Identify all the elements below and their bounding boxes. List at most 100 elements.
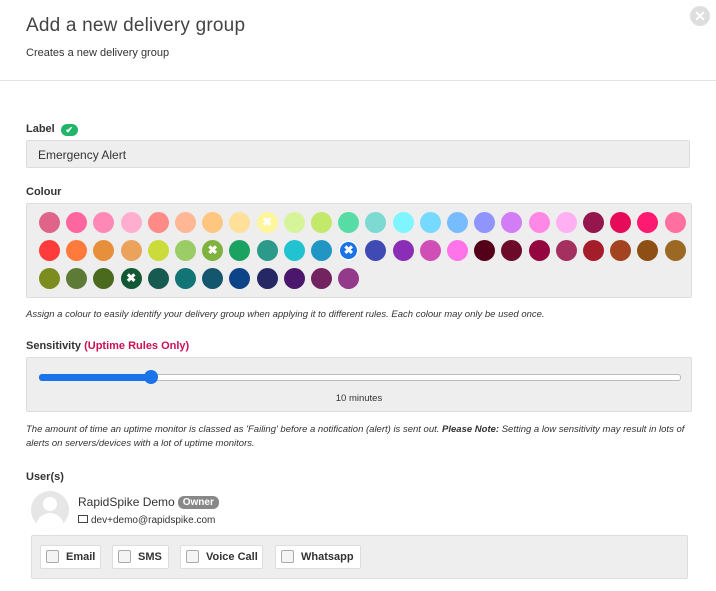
colour-swatch[interactable]: ✖ <box>338 240 360 261</box>
label-field-label: Label ✔ <box>26 123 78 136</box>
sensitivity-slider-panel: 10 minutes <box>26 357 692 412</box>
user-name: RapidSpike Demo <box>78 495 175 509</box>
colour-swatch[interactable] <box>555 240 577 261</box>
voice-call-checkbox[interactable] <box>186 550 199 563</box>
notification-channels: Email SMS Voice Call Whatsapp <box>31 535 688 579</box>
colour-swatch[interactable] <box>66 268 88 289</box>
channel-voice-call-label: Voice Call <box>206 551 258 563</box>
colour-swatch[interactable] <box>93 212 115 233</box>
colour-swatch[interactable] <box>474 212 496 233</box>
user-avatar-icon <box>31 491 69 529</box>
colour-swatch[interactable] <box>555 212 577 233</box>
colour-swatch[interactable] <box>93 240 115 261</box>
colour-swatch[interactable] <box>120 212 142 233</box>
colour-swatch[interactable] <box>664 212 686 233</box>
colour-swatch[interactable] <box>229 240 251 261</box>
slider-fill <box>39 374 151 381</box>
email-checkbox[interactable] <box>46 550 59 563</box>
colour-swatch[interactable] <box>528 240 550 261</box>
sensitivity-heading: Sensitivity <box>26 340 82 352</box>
checkmark-icon: ✔ <box>60 124 78 136</box>
channel-whatsapp-label: Whatsapp <box>301 551 354 563</box>
slider-thumb[interactable] <box>144 370 158 384</box>
label-input[interactable]: Emergency Alert <box>26 140 690 168</box>
users-label: User(s) <box>26 471 64 483</box>
channel-sms[interactable]: SMS <box>112 545 169 569</box>
colour-swatch[interactable] <box>39 212 60 233</box>
colour-swatch[interactable] <box>419 212 441 233</box>
colour-swatch[interactable] <box>311 240 332 261</box>
colour-help-text: Assign a colour to easily identify your … <box>26 309 545 320</box>
colour-swatch[interactable] <box>474 240 496 261</box>
channel-whatsapp[interactable]: Whatsapp <box>275 545 361 569</box>
colour-swatch[interactable] <box>501 240 523 261</box>
colour-swatch[interactable] <box>365 240 387 261</box>
close-icon[interactable]: ✕ <box>690 6 710 26</box>
used-x-icon: ✖ <box>207 243 218 257</box>
user-email: dev+demo@rapidspike.com <box>91 515 216 526</box>
colour-swatch[interactable] <box>311 212 332 233</box>
channel-sms-label: SMS <box>138 551 162 563</box>
colour-swatch[interactable] <box>447 240 468 261</box>
colour-swatch[interactable] <box>147 240 169 261</box>
sms-checkbox[interactable] <box>118 550 131 563</box>
whatsapp-checkbox[interactable] <box>281 550 294 563</box>
colour-swatch[interactable] <box>447 212 468 233</box>
sensitivity-help-text: The amount of time an uptime monitor is … <box>26 423 696 451</box>
colour-swatch[interactable] <box>175 268 196 289</box>
colour-swatch[interactable] <box>66 212 88 233</box>
colour-swatch[interactable] <box>365 212 387 233</box>
colour-swatch[interactable] <box>283 212 305 233</box>
owner-badge: Owner <box>177 496 219 509</box>
colour-swatch[interactable] <box>39 240 60 261</box>
colour-swatch[interactable]: ✖ <box>202 240 224 261</box>
colour-swatch[interactable] <box>256 268 278 289</box>
colour-label: Colour <box>26 186 62 198</box>
modal-title: Add a new delivery group <box>26 15 246 36</box>
colour-swatch[interactable] <box>583 240 604 261</box>
colour-swatch[interactable] <box>583 212 604 233</box>
colour-swatch[interactable] <box>637 212 659 233</box>
sensitivity-help-prefix: The amount of time an uptime monitor is … <box>26 424 440 435</box>
colour-swatch[interactable] <box>338 268 360 289</box>
colour-swatch[interactable] <box>66 240 88 261</box>
colour-swatch[interactable] <box>256 240 278 261</box>
colour-swatch[interactable] <box>202 268 224 289</box>
colour-picker: ✖ ✖ ✖ ✖ <box>26 203 692 298</box>
colour-swatch[interactable] <box>501 212 523 233</box>
colour-swatch[interactable] <box>39 268 60 289</box>
colour-swatch[interactable] <box>93 268 115 289</box>
channel-email[interactable]: Email <box>40 545 101 569</box>
colour-swatch[interactable] <box>528 212 550 233</box>
colour-swatch[interactable] <box>610 212 632 233</box>
used-x-icon: ✖ <box>262 215 273 229</box>
sensitivity-qualifier: (Uptime Rules Only) <box>84 340 190 352</box>
colour-swatch[interactable] <box>338 212 360 233</box>
colour-swatch[interactable] <box>175 240 196 261</box>
modal-subtitle: Creates a new delivery group <box>26 47 170 59</box>
colour-swatch[interactable] <box>283 268 305 289</box>
colour-swatch[interactable] <box>392 240 414 261</box>
colour-swatch[interactable] <box>147 212 169 233</box>
colour-swatch[interactable] <box>637 240 659 261</box>
colour-swatch[interactable]: ✖ <box>120 268 142 289</box>
colour-swatch[interactable] <box>175 212 196 233</box>
colour-swatch[interactable] <box>202 212 224 233</box>
colour-swatch[interactable] <box>229 268 251 289</box>
colour-swatch[interactable] <box>120 240 142 261</box>
label-heading: Label <box>26 123 55 135</box>
colour-swatch[interactable] <box>311 268 332 289</box>
envelope-icon <box>78 515 88 523</box>
colour-swatch[interactable] <box>283 240 305 261</box>
colour-swatch[interactable] <box>610 240 632 261</box>
modal-header: Add a new delivery group Creates a new d… <box>0 0 716 81</box>
colour-swatch[interactable] <box>229 212 251 233</box>
sensitivity-label: Sensitivity (Uptime Rules Only) <box>26 340 189 352</box>
colour-swatch[interactable] <box>664 240 686 261</box>
colour-swatch[interactable] <box>392 212 414 233</box>
colour-swatch[interactable] <box>147 268 169 289</box>
colour-swatch[interactable] <box>419 240 441 261</box>
colour-swatch[interactable]: ✖ <box>256 212 278 233</box>
user-email-row: dev+demo@rapidspike.com <box>78 515 215 526</box>
channel-voice-call[interactable]: Voice Call <box>180 545 263 569</box>
